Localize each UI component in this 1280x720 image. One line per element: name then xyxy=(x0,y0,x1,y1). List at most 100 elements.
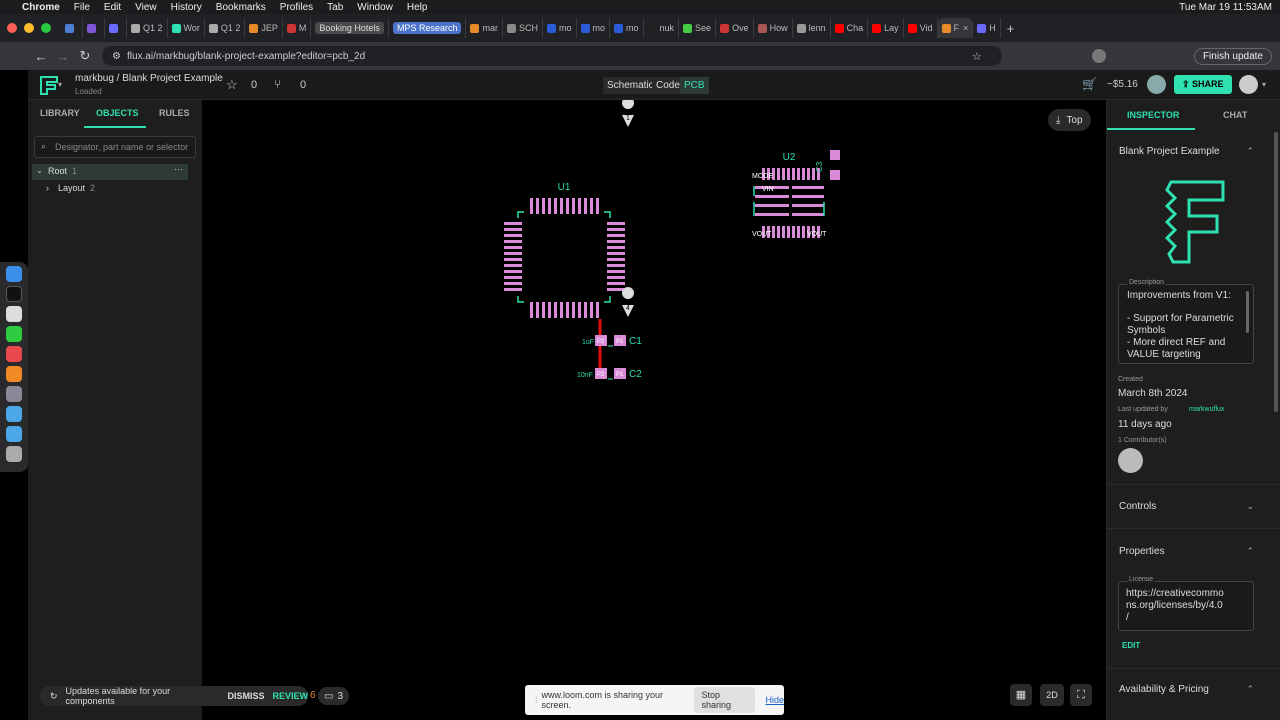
pad[interactable] xyxy=(504,264,522,267)
chevron-down-icon[interactable]: ⌄ xyxy=(36,166,43,175)
price[interactable]: ~$5.16 xyxy=(1107,79,1138,90)
pad[interactable] xyxy=(542,302,545,318)
grid-icon[interactable]: ▦ xyxy=(1010,684,1032,706)
pad[interactable] xyxy=(607,246,625,249)
pad[interactable] xyxy=(777,168,780,180)
pad[interactable] xyxy=(607,282,625,285)
back-icon[interactable]: ← xyxy=(30,49,52,64)
drag-handle-icon[interactable]: ⁞ xyxy=(535,695,538,705)
dismiss-button[interactable]: DISMISS xyxy=(227,691,264,701)
tab-chat[interactable]: CHAT xyxy=(1223,110,1247,120)
menu-bookmarks[interactable]: Bookmarks xyxy=(216,2,266,13)
contributor-avatar[interactable] xyxy=(1118,448,1143,473)
tab-pinned[interactable] xyxy=(83,18,105,38)
pad[interactable] xyxy=(802,226,805,238)
object-search-input[interactable]: ⌕ Designator, part name or selector xyxy=(34,136,196,158)
pad[interactable] xyxy=(607,270,625,273)
tree-item-root[interactable]: ⌄ Root 1 ··· xyxy=(32,164,188,180)
pcb-canvas[interactable]: 1 U1 U2 MODE VIN VOUT VOUT C3 4 P2 P1 1u… xyxy=(202,100,1106,720)
location-pin-marker[interactable] xyxy=(622,287,635,317)
pad[interactable] xyxy=(797,168,800,180)
chevron-up-icon[interactable]: ⌃ xyxy=(1246,546,1254,557)
chevron-right-icon[interactable]: › xyxy=(46,183,49,193)
pad[interactable] xyxy=(596,302,599,318)
edit-button[interactable]: EDIT xyxy=(1122,641,1140,650)
tab-group-booking-hotels[interactable]: Booking Hotels xyxy=(311,18,389,38)
menu-history[interactable]: History xyxy=(171,2,202,13)
site-info-icon[interactable]: ⚙ xyxy=(112,51,121,62)
updated-by-link[interactable]: markwuflux xyxy=(1189,406,1224,413)
c3-pad[interactable] xyxy=(830,150,840,160)
menu-profiles[interactable]: Profiles xyxy=(280,2,313,13)
reload-icon[interactable]: ↻ xyxy=(74,48,96,64)
pad[interactable] xyxy=(802,168,805,180)
folder-icon[interactable] xyxy=(6,406,22,422)
pad[interactable] xyxy=(536,302,539,318)
browser-tab[interactable]: Q1 2 xyxy=(205,18,246,38)
finder-icon[interactable] xyxy=(6,266,22,282)
mode-schematic[interactable]: Schematic xyxy=(603,77,658,94)
pad[interactable] xyxy=(572,302,575,318)
pad[interactable] xyxy=(782,226,785,238)
minimize-window-button[interactable] xyxy=(24,23,34,33)
trash-icon[interactable] xyxy=(6,446,22,462)
pad[interactable] xyxy=(607,288,625,291)
forward-icon[interactable]: → xyxy=(52,49,74,64)
account-avatar[interactable] xyxy=(1239,75,1258,94)
folder-icon[interactable] xyxy=(6,426,22,442)
pad[interactable] xyxy=(548,302,551,318)
pcb-drawing[interactable]: 1 U1 U2 MODE VIN VOUT VOUT C3 4 P2 P1 1u… xyxy=(202,100,1106,720)
scrollbar[interactable] xyxy=(1246,291,1249,333)
browser-tab[interactable]: See xyxy=(679,18,717,38)
pad[interactable] xyxy=(566,302,569,318)
close-window-button[interactable] xyxy=(7,23,17,33)
menu-edit[interactable]: Edit xyxy=(104,2,121,13)
scrollbar[interactable] xyxy=(1274,132,1278,412)
menu-tab[interactable]: Tab xyxy=(327,2,343,13)
flux-logo-icon[interactable] xyxy=(38,74,60,96)
user-avatar[interactable] xyxy=(1147,75,1166,94)
browser-tab[interactable]: Wor xyxy=(168,18,205,38)
close-tab-icon[interactable]: × xyxy=(963,23,968,33)
chevron-down-icon[interactable]: ▾ xyxy=(58,80,62,89)
notification-count[interactable]: 6 xyxy=(310,690,316,701)
pad[interactable] xyxy=(504,222,522,225)
browser-tab[interactable]: Ove xyxy=(716,18,754,38)
pad[interactable] xyxy=(792,226,795,238)
pad[interactable] xyxy=(584,198,587,214)
browser-tab[interactable]: H xyxy=(973,18,1001,38)
pad[interactable] xyxy=(607,240,625,243)
pad[interactable] xyxy=(572,198,575,214)
stop-sharing-button[interactable]: Stop sharing xyxy=(694,687,756,713)
browser-tab[interactable]: mo xyxy=(577,18,611,38)
pad[interactable] xyxy=(504,240,522,243)
pad[interactable] xyxy=(542,198,545,214)
pad[interactable] xyxy=(590,198,593,214)
view-side-toggle[interactable]: ⤓ Top xyxy=(1048,109,1091,131)
properties-section[interactable]: Properties xyxy=(1119,546,1165,557)
browser-tab[interactable]: nuk xyxy=(644,18,680,38)
controls-section[interactable]: Controls xyxy=(1119,501,1156,512)
u2-footprint[interactable] xyxy=(753,150,840,238)
c3-pad[interactable] xyxy=(830,170,840,180)
browser-tab[interactable]: mar xyxy=(466,18,503,38)
pad[interactable] xyxy=(596,198,599,214)
new-tab-icon[interactable]: + xyxy=(1007,21,1015,36)
browser-tab[interactable]: lenn xyxy=(793,18,831,38)
pad[interactable] xyxy=(504,276,522,279)
browser-tab[interactable]: mo xyxy=(543,18,577,38)
pad[interactable] xyxy=(607,264,625,267)
browser-tab[interactable]: Cha xyxy=(831,18,869,38)
terminal-icon[interactable] xyxy=(6,286,22,302)
breadcrumb[interactable]: markbug / Blank Project Example xyxy=(75,73,223,84)
description-field[interactable]: Description Improvements from V1: - Supp… xyxy=(1118,279,1254,364)
pad[interactable] xyxy=(530,198,533,214)
chevron-up-icon[interactable]: ⌃ xyxy=(1246,684,1254,695)
pad[interactable] xyxy=(807,168,810,180)
pad[interactable] xyxy=(554,302,557,318)
browser-tab[interactable]: mo xyxy=(610,18,644,38)
tab-inspector[interactable]: INSPECTOR xyxy=(1127,110,1179,120)
hide-button[interactable]: Hide xyxy=(765,695,784,705)
pad[interactable] xyxy=(607,276,625,279)
pad[interactable] xyxy=(560,302,563,318)
